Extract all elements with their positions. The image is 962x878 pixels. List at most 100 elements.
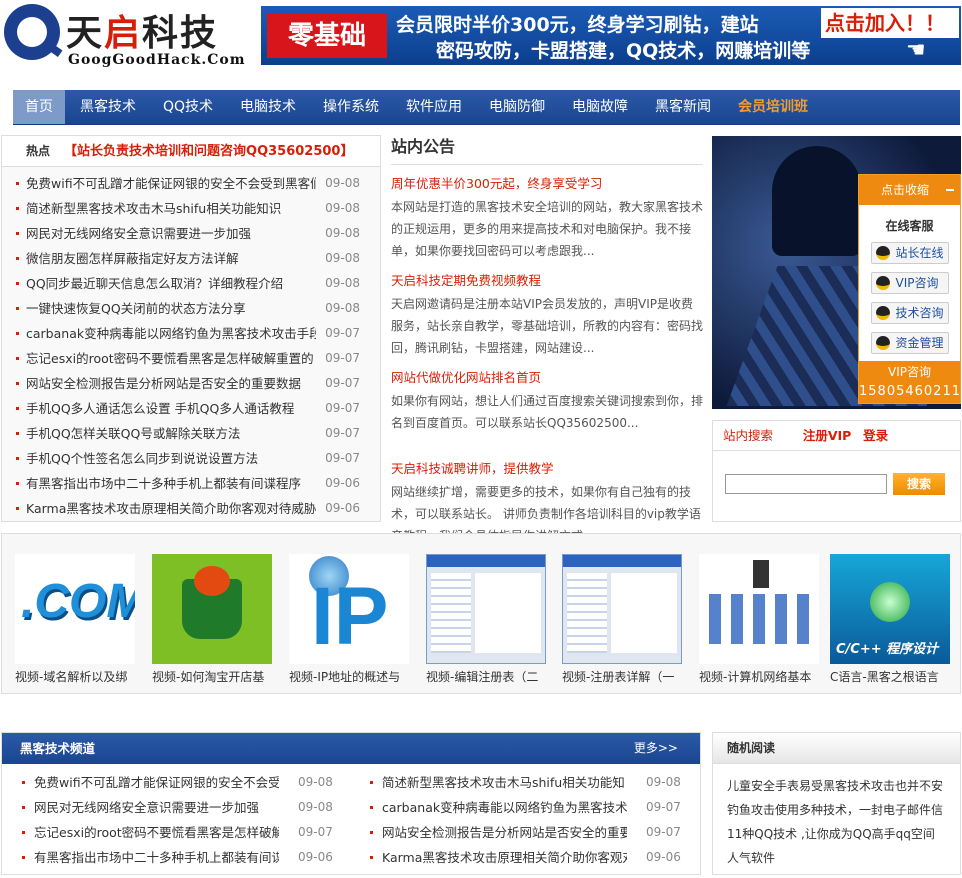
channel-list-item[interactable]: 网站安全检测报告是分析网站是否安全的重要 09-07 [350,820,698,845]
nav-pc-tech[interactable]: 电脑技术 [228,90,308,124]
nav-faults[interactable]: 电脑故障 [560,90,640,124]
video-card[interactable]: IP 视频-IP地址的概述与 [289,554,409,686]
video-thumb-regedit-2[interactable] [426,554,546,664]
notice-item-title[interactable]: 网站代做优化网站排名首页 [391,369,703,386]
notice-item: 天启科技定期免费视频教程 天启网邀请码是注册本站VIP会员发放的，声明VIP是收费… [391,272,703,359]
video-card[interactable]: 视频-注册表详解（一 [562,554,682,686]
random-text[interactable]: 儿童安全手表易受黑客技术攻击也并不安钓鱼攻击使用多种技术，一封电子邮件信11种Q… [713,764,960,870]
video-caption[interactable]: 视频-IP地址的概述与 [289,668,409,686]
nav-news[interactable]: 黑客新闻 [643,90,723,124]
item-title[interactable]: carbanak变种病毒能以网络钓鱼为黑客技术攻 [382,795,627,820]
qq-owner-button[interactable]: 站长在线 [870,242,949,264]
item-title[interactable]: 网站安全检测报告是分析网站是否安全的重要 [382,820,627,845]
nav-home[interactable]: 首页 [13,90,65,124]
video-thumb-c-lang[interactable]: C/C++ 程序设计 [830,554,950,664]
video-thumb-ip[interactable]: IP [289,554,409,664]
video-caption[interactable]: C语言-黑客之根语言 [830,668,950,686]
item-title[interactable]: 忘记esxi的root密码不要慌看黑客是怎样破解 [34,820,279,845]
hot-list-item[interactable]: 网民对无线网络安全意识需要进一步加强 09-08 [2,221,380,246]
channel-list-item[interactable]: Karma黑客技术攻击原理相关简介助你客观对 09-06 [350,845,698,870]
item-title[interactable]: 免费wifi不可乱蹭才能保证网银的安全不会受到黑客们 [26,171,316,196]
video-thumb-taobao[interactable] [152,554,272,664]
search-button[interactable]: 搜索 [893,473,945,495]
hot-list-item[interactable]: 简述新型黑客技术攻击木马shifu相关功能知识 09-08 [2,196,380,221]
collapse-button[interactable]: 点击收缩 [859,175,960,205]
banner-line-1: 会员限时半价300元，终身学习刷钻，建站 [396,14,759,36]
search-input[interactable] [725,474,887,494]
item-title[interactable]: 有黑客指出市场中二十多种手机上都装有间谍 [34,845,279,870]
video-card[interactable]: 视频-计算机网络基本 [699,554,819,686]
video-thumb-regedit-1[interactable] [562,554,682,664]
notice-item-title[interactable]: 天启科技诚聘讲师，提供教学 [391,460,703,477]
hot-label: 热点 [26,144,51,158]
video-card[interactable]: .COM 视频-域名解析以及绑 [15,554,135,686]
item-title[interactable]: QQ同步最近聊天信息怎么取消？详细教程介绍 [26,271,316,296]
item-title[interactable]: 微信朋友圈怎样屏蔽指定好友方法详解 [26,246,316,271]
register-vip-link[interactable]: 注册VIP [803,421,852,451]
tab-site-search[interactable]: 站内搜索 [723,421,773,451]
hot-list-item[interactable]: 手机QQ怎样关联QQ号或解除关联方法 09-07 [2,421,380,446]
hot-list-item[interactable]: 手机QQ多人通话怎么设置 手机QQ多人通话教程 09-07 [2,396,380,421]
hot-list-item[interactable]: Karma黑客技术攻击原理相关简介助你客观对待威胁 09-06 [2,496,380,521]
item-title[interactable]: 忘记esxi的root密码不要慌看黑客是怎样破解重置的 [26,346,316,371]
video-card[interactable]: 视频-编辑注册表（二 [426,554,546,686]
item-title[interactable]: 网站安全检测报告是分析网站是否安全的重要数据 [26,371,316,396]
nav-software[interactable]: 软件应用 [394,90,474,124]
video-card[interactable]: 视频-如何淘宝开店基 [152,554,272,686]
hot-list-item[interactable]: carbanak变种病毒能以网络钓鱼为黑客技术攻击手段 09-07 [2,321,380,346]
main-nav: 首页 黑客技术 QQ技术 电脑技术 操作系统 软件应用 电脑防御 电脑故障 黑客… [13,90,960,125]
more-link[interactable]: 更多>> [634,733,678,764]
item-title[interactable]: 手机QQ多人通话怎么设置 手机QQ多人通话教程 [26,396,316,421]
video-caption[interactable]: 视频-域名解析以及绑 [15,668,135,686]
promo-banner[interactable]: 零基础 会员限时半价300元，终身学习刷钻，建站 密码攻防，卡盟搭建，QQ技术，… [261,6,961,65]
video-thumb-network[interactable] [699,554,819,664]
hot-list-item[interactable]: 一键快速恢复QQ关闭前的状态方法分享 09-08 [2,296,380,321]
hot-list-item[interactable]: 忘记esxi的root密码不要慌看黑客是怎样破解重置的 09-07 [2,346,380,371]
hot-headline[interactable]: 【站长负责技术培训和问题咨询QQ35602500】 [64,144,353,159]
nav-hacker-tech[interactable]: 黑客技术 [68,90,148,124]
banner-zero-label: 零基础 [267,14,387,58]
video-caption[interactable]: 视频-编辑注册表（二 [426,668,546,686]
hot-list-item[interactable]: 免费wifi不可乱蹭才能保证网银的安全不会受到黑客们 09-08 [2,171,380,196]
login-link[interactable]: 登录 [863,421,888,451]
item-title[interactable]: 网民对无线网络安全意识需要进一步加强 [26,221,316,246]
hot-list-item[interactable]: QQ同步最近聊天信息怎么取消？详细教程介绍 09-08 [2,271,380,296]
channel-list-item[interactable]: 免费wifi不可乱蹭才能保证网银的安全不会受 09-08 [2,770,350,795]
item-title[interactable]: 手机QQ个性签名怎么同步到说说设置方法 [26,446,316,471]
nav-vip-training[interactable]: 会员培训班 [726,90,820,124]
qq-vip-button[interactable]: VIP咨询 [870,272,949,294]
channel-list-item[interactable]: 有黑客指出市场中二十多种手机上都装有间谍 09-06 [2,845,350,870]
notice-item-title[interactable]: 天启科技定期免费视频教程 [391,272,703,289]
video-card[interactable]: C/C++ 程序设计 C语言-黑客之根语言 [830,554,950,686]
hot-list-item[interactable]: 有黑客指出市场中二十多种手机上都装有间谍程序 09-06 [2,471,380,496]
qq-funds-button[interactable]: 资金管理 [870,332,949,354]
nav-defense[interactable]: 电脑防御 [477,90,557,124]
item-title[interactable]: 网民对无线网络安全意识需要进一步加强 [34,795,279,820]
nav-os[interactable]: 操作系统 [311,90,391,124]
video-caption[interactable]: 视频-如何淘宝开店基 [152,668,272,686]
channel-list-item[interactable]: 简述新型黑客技术攻击木马shifu相关功能知 09-08 [350,770,698,795]
banner-join-button[interactable]: 点击加入！！ [821,8,959,38]
notice-item-title[interactable]: 周年优惠半价300元起，终身享受学习 [391,175,703,192]
item-title[interactable]: 简述新型黑客技术攻击木马shifu相关功能知 [382,770,627,795]
item-title[interactable]: Karma黑客技术攻击原理相关简介助你客观对待威胁 [26,496,316,521]
channel-list-item[interactable]: carbanak变种病毒能以网络钓鱼为黑客技术攻 09-07 [350,795,698,820]
item-title[interactable]: carbanak变种病毒能以网络钓鱼为黑客技术攻击手段 [26,321,316,346]
channel-list-item[interactable]: 忘记esxi的root密码不要慌看黑客是怎样破解 09-07 [2,820,350,845]
channel-list-item[interactable]: 网民对无线网络安全意识需要进一步加强 09-08 [2,795,350,820]
hot-list-item[interactable]: 手机QQ个性签名怎么同步到说说设置方法 09-07 [2,446,380,471]
item-title[interactable]: 手机QQ怎样关联QQ号或解除关联方法 [26,421,316,446]
item-title[interactable]: 简述新型黑客技术攻击木马shifu相关功能知识 [26,196,316,221]
video-caption[interactable]: 视频-计算机网络基本 [699,668,819,686]
hot-list-item[interactable]: 网站安全检测报告是分析网站是否安全的重要数据 09-07 [2,371,380,396]
item-title[interactable]: Karma黑客技术攻击原理相关简介助你客观对 [382,845,627,870]
hot-list-item[interactable]: 微信朋友圈怎样屏蔽指定好友方法详解 09-08 [2,246,380,271]
qq-tech-button[interactable]: 技术咨询 [870,302,949,324]
nav-qq-tech[interactable]: QQ技术 [151,90,225,124]
item-title[interactable]: 一键快速恢复QQ关闭前的状态方法分享 [26,296,316,321]
item-title[interactable]: 有黑客指出市场中二十多种手机上都装有间谍程序 [26,471,316,496]
site-logo[interactable]: 天启科技 GoogGoodHack.Com [0,0,245,75]
item-title[interactable]: 免费wifi不可乱蹭才能保证网银的安全不会受 [34,770,279,795]
video-thumb-com[interactable]: .COM [15,554,135,664]
video-caption[interactable]: 视频-注册表详解（一 [562,668,682,686]
